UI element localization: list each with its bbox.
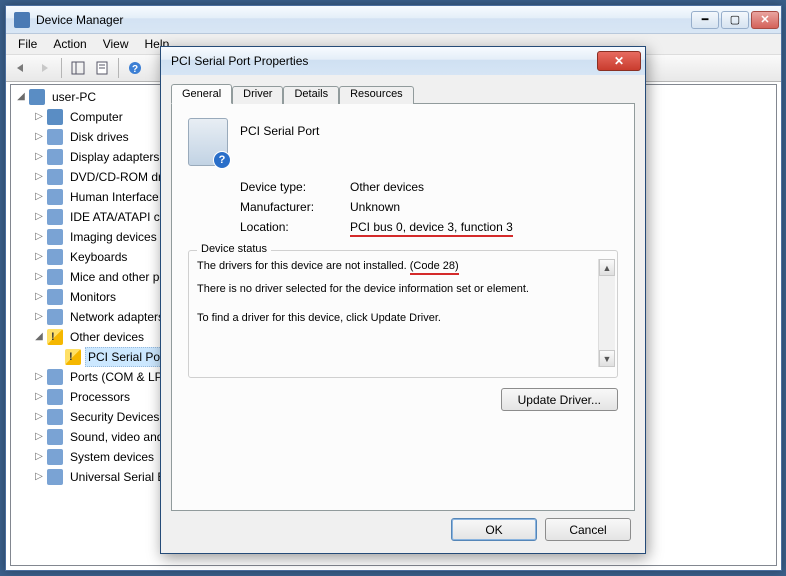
scroll-up-icon[interactable]: ▲ xyxy=(599,259,615,276)
device-type-label: Device type: xyxy=(240,180,350,194)
error-code: (Code 28) xyxy=(410,260,459,275)
show-hide-tree-button[interactable] xyxy=(67,57,89,79)
app-icon xyxy=(14,12,30,28)
expand-icon[interactable]: ▷ xyxy=(33,171,45,183)
device-category-icon xyxy=(47,149,63,165)
expand-icon[interactable]: ▷ xyxy=(33,251,45,263)
tree-node-label: Network adapters xyxy=(67,307,167,327)
expand-icon[interactable]: ▷ xyxy=(33,131,45,143)
status-scrollbar[interactable]: ▲ ▼ xyxy=(598,259,615,367)
menu-view[interactable]: View xyxy=(95,35,137,53)
dialog-close-button[interactable]: ✕ xyxy=(597,51,641,71)
warning-icon xyxy=(47,329,63,345)
dialog-title: PCI Serial Port Properties xyxy=(171,54,597,68)
menu-action[interactable]: Action xyxy=(45,35,94,53)
expand-icon[interactable]: ▷ xyxy=(33,291,45,303)
device-category-icon xyxy=(47,269,63,285)
device-category-icon xyxy=(47,289,63,305)
tabstrip: General Driver Details Resources xyxy=(171,84,635,104)
expand-icon[interactable]: ▷ xyxy=(33,111,45,123)
expand-icon[interactable]: ▷ xyxy=(33,411,45,423)
update-driver-button[interactable]: Update Driver... xyxy=(501,388,618,411)
tree-node-label: Computer xyxy=(67,107,126,127)
expand-icon[interactable]: ▷ xyxy=(33,311,45,323)
tree-node-label: Display adapters xyxy=(67,147,162,167)
expand-icon[interactable]: ▷ xyxy=(33,191,45,203)
device-status-group: Device status The drivers for this devic… xyxy=(188,250,618,378)
properties-dialog: PCI Serial Port Properties ✕ General Dri… xyxy=(160,46,646,554)
device-category-icon xyxy=(47,189,63,205)
device-category-icon xyxy=(47,449,63,465)
maximize-button[interactable]: ▢ xyxy=(721,11,749,29)
computer-icon xyxy=(29,89,45,105)
expand-icon[interactable]: ▷ xyxy=(33,211,45,223)
ok-button[interactable]: OK xyxy=(451,518,537,541)
expand-icon[interactable]: ▷ xyxy=(33,271,45,283)
scroll-down-icon[interactable]: ▼ xyxy=(599,350,615,367)
location-value: PCI bus 0, device 3, function 3 xyxy=(350,220,513,237)
device-category-icon xyxy=(47,229,63,245)
tab-details[interactable]: Details xyxy=(283,86,339,104)
collapse-icon[interactable]: ◢ xyxy=(33,331,45,343)
tree-node-label: PCI Serial Port xyxy=(85,347,170,367)
tab-resources[interactable]: Resources xyxy=(339,86,414,104)
help-button[interactable]: ? xyxy=(124,57,146,79)
back-button[interactable] xyxy=(10,57,32,79)
device-status-legend: Device status xyxy=(197,243,271,255)
manufacturer-value: Unknown xyxy=(350,200,400,214)
collapse-icon[interactable]: ◢ xyxy=(15,91,27,103)
tree-node-label: Imaging devices xyxy=(67,227,160,247)
device-category-icon xyxy=(47,169,63,185)
menu-file[interactable]: File xyxy=(10,35,45,53)
device-large-icon xyxy=(188,118,228,166)
device-category-icon xyxy=(47,249,63,265)
expand-icon[interactable]: ▷ xyxy=(33,391,45,403)
device-category-icon xyxy=(47,309,63,325)
tree-node-label: Disk drives xyxy=(67,127,132,147)
cancel-button[interactable]: Cancel xyxy=(545,518,631,541)
tree-node-label: Processors xyxy=(67,387,133,407)
device-category-icon xyxy=(47,409,63,425)
tree-node-label: Security Devices xyxy=(67,407,162,427)
device-name: PCI Serial Port xyxy=(240,118,319,138)
tree-node-label: Monitors xyxy=(67,287,119,307)
manufacturer-label: Manufacturer: xyxy=(240,200,350,214)
dialog-titlebar[interactable]: PCI Serial Port Properties ✕ xyxy=(161,47,645,75)
expand-icon[interactable]: ▷ xyxy=(33,451,45,463)
location-label: Location: xyxy=(240,220,350,234)
expand-icon[interactable]: ▷ xyxy=(33,371,45,383)
device-category-icon xyxy=(47,209,63,225)
device-category-icon xyxy=(47,389,63,405)
device-category-icon xyxy=(47,369,63,385)
warning-icon xyxy=(65,349,81,365)
close-button[interactable]: ✕ xyxy=(751,11,779,29)
tab-panel-general: PCI Serial Port Device type: Other devic… xyxy=(171,103,635,511)
tree-node-label: Other devices xyxy=(67,327,147,347)
tab-driver[interactable]: Driver xyxy=(232,86,283,104)
main-title: Device Manager xyxy=(36,13,691,27)
properties-button[interactable] xyxy=(91,57,113,79)
device-category-icon xyxy=(47,429,63,445)
main-titlebar[interactable]: Device Manager ━ ▢ ✕ xyxy=(6,6,781,34)
expand-icon[interactable]: ▷ xyxy=(33,151,45,163)
svg-text:?: ? xyxy=(132,64,138,75)
device-status-text: The drivers for this device are not inst… xyxy=(197,259,598,367)
tree-node-label: Keyboards xyxy=(67,247,130,267)
expand-icon[interactable]: ▷ xyxy=(33,471,45,483)
expand-icon[interactable]: ▷ xyxy=(33,231,45,243)
forward-button[interactable] xyxy=(34,57,56,79)
tree-node-label: System devices xyxy=(67,447,157,467)
device-type-value: Other devices xyxy=(350,180,424,194)
expand-icon[interactable]: ▷ xyxy=(33,431,45,443)
device-category-icon xyxy=(47,469,63,485)
device-category-icon xyxy=(47,129,63,145)
device-category-icon xyxy=(47,109,63,125)
minimize-button[interactable]: ━ xyxy=(691,11,719,29)
tab-general[interactable]: General xyxy=(171,84,232,104)
